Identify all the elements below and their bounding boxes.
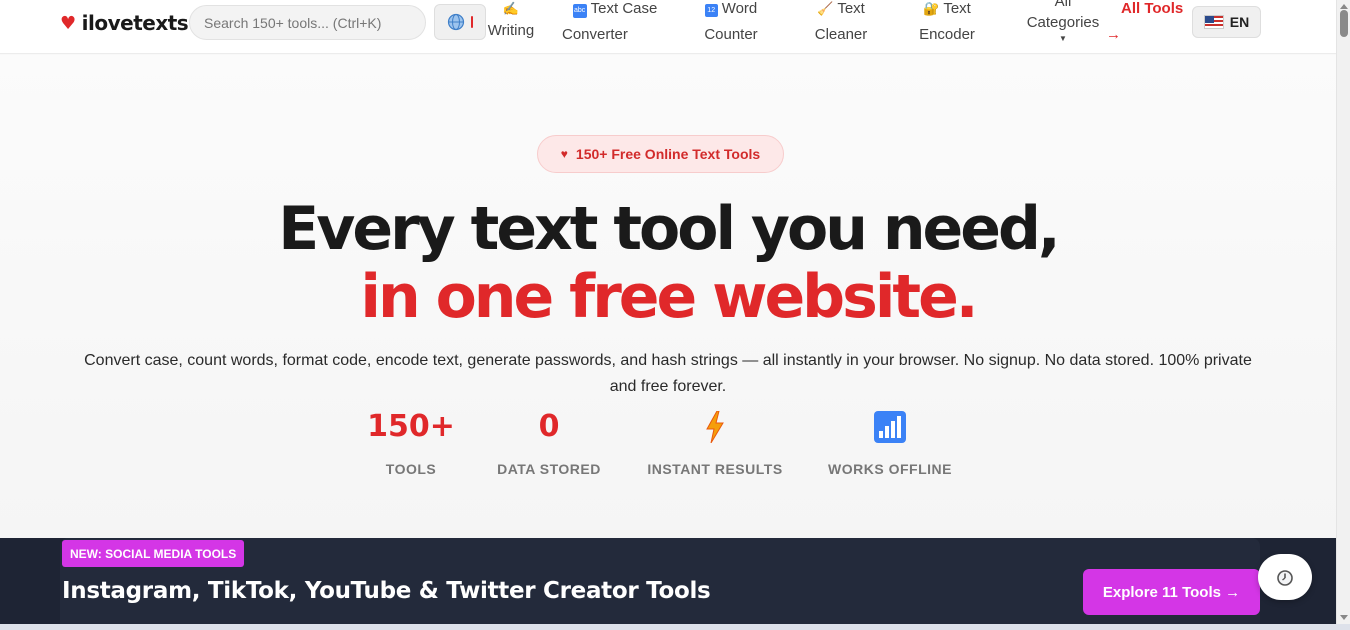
tools-count-pill: ♥ 150+ Free Online Text Tools — [537, 135, 784, 173]
search-placeholder: Search 150+ tools... (Ctrl+K) — [204, 14, 382, 31]
stat-value: 150+ — [367, 409, 455, 444]
nav-writing-label: Writing — [487, 22, 535, 39]
stat-tools: 150+ TOOLS — [361, 405, 461, 477]
globe-icon — [447, 13, 465, 31]
nav-all-tools-label: All Tools — [1121, 0, 1184, 17]
lightning-icon — [640, 405, 790, 449]
nav-text-cleaner[interactable]: 🧹 Text Cleaner — [810, 0, 872, 48]
language-selector[interactable]: EN — [1192, 6, 1261, 38]
new-badge: NEW: SOCIAL MEDIA TOOLS — [62, 540, 245, 567]
language-label: EN — [1229, 14, 1250, 30]
heart-icon: ♥ — [560, 147, 568, 161]
theme-toggle-button[interactable] — [434, 4, 486, 40]
nav-word-counter[interactable]: 12 Word Counter — [700, 0, 762, 48]
arrow-right-icon: → — [1106, 26, 1121, 43]
nav-all-categories[interactable]: All Categories ▼ — [1020, 0, 1106, 45]
indicator-icon — [471, 16, 473, 28]
page-scrollbar[interactable] — [1336, 0, 1350, 630]
search-input[interactable]: Search 150+ tools... (Ctrl+K) — [189, 5, 426, 40]
nav-encoder-label-2: Encoder — [919, 26, 975, 43]
stat-label: DATA STORED — [497, 461, 601, 477]
hero-subtitle: Convert case, count words, format code, … — [84, 352, 1252, 395]
site-header: ♥ ilovetexts Search 150+ tools... (Ctrl+… — [0, 0, 1336, 54]
nav-text-case-converter[interactable]: abc Text Case Converter — [560, 0, 670, 48]
logo-text: ilovetexts — [81, 11, 189, 35]
stat-label: WORKS OFFLINE — [828, 461, 952, 477]
stat-data-stored: 0 DATA STORED — [489, 405, 609, 477]
nav-word-label-2: Counter — [704, 26, 758, 43]
broom-icon: 🧹 — [817, 1, 834, 16]
nav-cleaner-label-2: Cleaner — [814, 26, 868, 43]
chevron-down-icon: ▼ — [1059, 34, 1067, 43]
site-logo[interactable]: ♥ ilovetexts — [60, 10, 189, 36]
hero-section: ♥ 150+ Free Online Text Tools Every text… — [0, 55, 1336, 538]
stat-label: INSTANT RESULTS — [647, 461, 783, 477]
stat-instant-results: INSTANT RESULTS — [640, 405, 790, 477]
scroll-up-arrow-icon[interactable] — [1340, 4, 1348, 9]
nav-text-encoder[interactable]: 🔐 Text Encoder — [912, 0, 982, 48]
headline-line-1: Every text tool you need, — [278, 194, 1060, 264]
writing-hand-icon: ✍ — [502, 1, 520, 16]
banner-title: Instagram, TikTok, YouTube & Twitter Cre… — [62, 578, 711, 604]
scroll-down-arrow-icon[interactable] — [1340, 615, 1348, 620]
stopwatch-icon — [1277, 570, 1293, 586]
nav-text-case-label-2: Converter — [562, 26, 628, 43]
nav-encoder-label-1: Text — [943, 0, 971, 17]
hero-headline: Every text tool you need, in one free we… — [0, 195, 1336, 331]
nav-word-label-1: Word — [721, 0, 758, 17]
numbers-icon: 12 — [704, 4, 718, 17]
floating-action-button[interactable] — [1258, 554, 1312, 600]
nav-writing[interactable]: ✍ Writing — [486, 0, 536, 44]
pill-label: 150+ Free Online Text Tools — [575, 146, 761, 162]
stat-value: 0 — [538, 409, 560, 444]
bar-chart-icon — [820, 405, 960, 449]
stat-works-offline: WORKS OFFLINE — [820, 405, 960, 477]
headline-line-2: in one free website. — [360, 262, 978, 332]
explore-tools-button[interactable]: Explore 11 Tools → — [1083, 569, 1260, 615]
bottom-edge — [0, 624, 1350, 630]
abc-icon: abc — [572, 4, 587, 18]
scroll-thumb[interactable] — [1340, 10, 1348, 37]
heart-icon: ♥ — [60, 12, 76, 34]
nav-all-tools-link[interactable]: All Tools → — [1104, 0, 1184, 48]
us-flag-icon — [1203, 15, 1224, 29]
nav-text-case-label-1: Text Case — [590, 0, 658, 17]
lock-icon: 🔐 — [923, 1, 940, 16]
nav-cleaner-label-1: Text — [837, 0, 865, 17]
nav-categories-label-2: Categories — [1026, 14, 1100, 31]
nav-categories-label-1: All — [1054, 0, 1072, 10]
stat-label: TOOLS — [385, 461, 437, 477]
